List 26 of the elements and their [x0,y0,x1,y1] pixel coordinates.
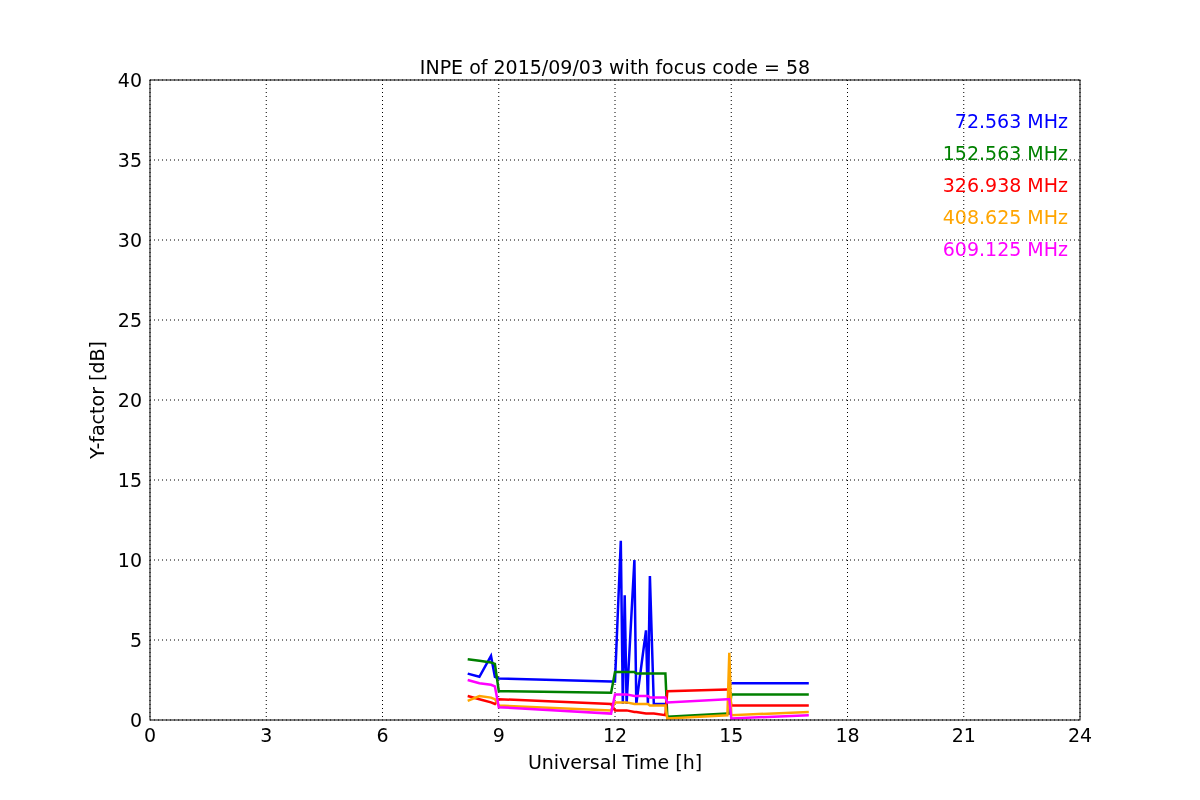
x-tick-label: 15 [719,724,744,746]
y-tick-label: 20 [117,389,142,411]
x-tick-label: 0 [143,724,157,746]
x-tick-label: 9 [492,724,505,746]
x-tick-label: 24 [1067,724,1093,746]
x-tick-label: 12 [602,724,628,746]
chart-title: INPE of 2015/09/03 with focus code = 58 [419,56,811,78]
y-tick-label: 30 [117,229,142,251]
y-axis-label: Y-factor [dB] [86,341,108,459]
legend-label: 609.125 MHz [942,238,1068,260]
y-tick-label: 35 [117,149,142,171]
y-tick-label: 40 [117,69,142,91]
x-tick-label: 6 [376,724,389,746]
legend-label: 408.625 MHz [942,206,1068,228]
x-tick-label: 3 [260,724,273,746]
legend-label: 152.563 MHz [942,142,1068,164]
y-tick-label: 15 [117,469,142,491]
y-tick-label: 0 [129,709,142,731]
legend-label: 326.938 MHz [942,174,1068,196]
x-tick-label: 21 [951,724,976,746]
y-tick-label: 10 [117,549,142,571]
legend-label: 72.563 MHz [954,110,1068,132]
x-tick-label: 18 [835,724,860,746]
y-tick-label: 25 [117,309,142,331]
x-axis-label: Universal Time [h] [527,751,703,773]
y-tick-label: 5 [129,629,142,651]
